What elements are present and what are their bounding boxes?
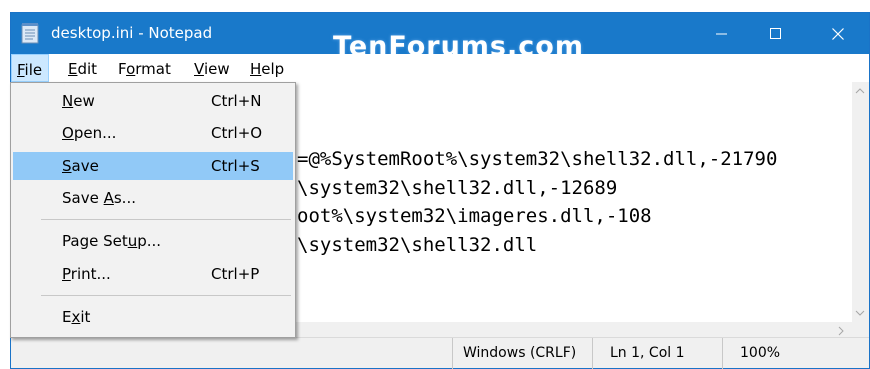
- menu-view[interactable]: View: [194, 60, 230, 78]
- status-line-ending: Windows (CRLF): [452, 338, 592, 369]
- status-zoom: 100%: [722, 338, 869, 369]
- notepad-icon: [21, 23, 39, 44]
- editor-line: \system32\shell32.dll: [297, 233, 538, 256]
- menu-format[interactable]: Format: [118, 60, 171, 78]
- title-bar[interactable]: desktop.ini - Notepad TenForums.com: [11, 13, 869, 62]
- menu-separator: [41, 219, 291, 220]
- close-button[interactable]: [807, 13, 869, 54]
- menu-help-label: elp: [261, 60, 285, 78]
- menu-item-label: Print...: [62, 265, 111, 283]
- menu-item-label: Save As...: [62, 189, 136, 207]
- menu-help-mnemonic: H: [250, 60, 262, 78]
- menu-format-mnemonic: o: [126, 60, 136, 78]
- menu-item-save-as[interactable]: Save As...: [13, 184, 293, 212]
- window-title: desktop.ini - Notepad: [51, 24, 213, 42]
- menu-item-new[interactable]: New Ctrl+N: [13, 87, 293, 115]
- menu-item-label: Open...: [62, 124, 117, 142]
- menu-item-label: Page Setup...: [62, 232, 162, 250]
- maximize-button[interactable]: [749, 13, 803, 54]
- menu-help[interactable]: Help: [250, 60, 284, 78]
- menu-separator: [41, 295, 291, 296]
- menu-item-shortcut: Ctrl+S: [211, 157, 260, 175]
- menu-item-exit[interactable]: Exit: [13, 303, 293, 331]
- menu-item-open[interactable]: Open... Ctrl+O: [13, 119, 293, 147]
- menu-item-label: Exit: [62, 308, 91, 326]
- menu-item-print[interactable]: Print... Ctrl+P: [13, 260, 293, 288]
- status-bar: Windows (CRLF) Ln 1, Col 1 100%: [11, 337, 869, 369]
- chevron-up-icon[interactable]: [855, 88, 865, 94]
- maximize-icon: [770, 27, 781, 39]
- menu-format-label-pre: F: [118, 60, 127, 78]
- menu-item-save[interactable]: Save Ctrl+S: [13, 152, 293, 180]
- chevron-down-icon[interactable]: [855, 310, 865, 316]
- editor-text[interactable]: =@%SystemRoot%\system32\shell32.dll,-217…: [297, 145, 777, 259]
- menu-edit-label: dit: [77, 60, 98, 78]
- menu-bar: File Edit Format View Help: [11, 54, 869, 82]
- menu-file[interactable]: File: [11, 54, 50, 82]
- vertical-scrollbar[interactable]: [852, 82, 869, 322]
- menu-file-mnemonic: F: [17, 61, 25, 79]
- editor-line: \system32\shell32.dll,-12689: [297, 176, 618, 199]
- menu-item-label: New: [62, 92, 95, 110]
- chevron-right-icon[interactable]: [838, 326, 844, 336]
- menu-edit[interactable]: Edit: [68, 60, 97, 78]
- minimize-button[interactable]: [695, 13, 749, 54]
- menu-item-shortcut: Ctrl+O: [211, 124, 263, 142]
- editor-line: oot%\system32\imageres.dll,-108: [297, 205, 652, 227]
- menu-format-label: rmat: [135, 60, 171, 78]
- close-icon: [832, 27, 844, 40]
- menu-view-mnemonic: V: [194, 60, 204, 78]
- editor-line: =@%SystemRoot%\system32\shell32.dll,-217…: [297, 148, 778, 170]
- status-cursor-position: Ln 1, Col 1: [592, 338, 722, 369]
- file-menu-dropdown: New Ctrl+N Open... Ctrl+O Save Ctrl+S Sa…: [10, 82, 296, 338]
- menu-file-label: ile: [24, 61, 43, 79]
- status-empty-cell: [11, 338, 452, 369]
- menu-item-shortcut: Ctrl+P: [211, 265, 260, 283]
- menu-view-label: iew: [203, 60, 230, 78]
- menu-item-page-setup[interactable]: Page Setup...: [13, 227, 293, 255]
- menu-item-shortcut: Ctrl+N: [211, 92, 262, 110]
- minimize-icon: [716, 33, 727, 34]
- menu-item-label: Save: [62, 157, 99, 175]
